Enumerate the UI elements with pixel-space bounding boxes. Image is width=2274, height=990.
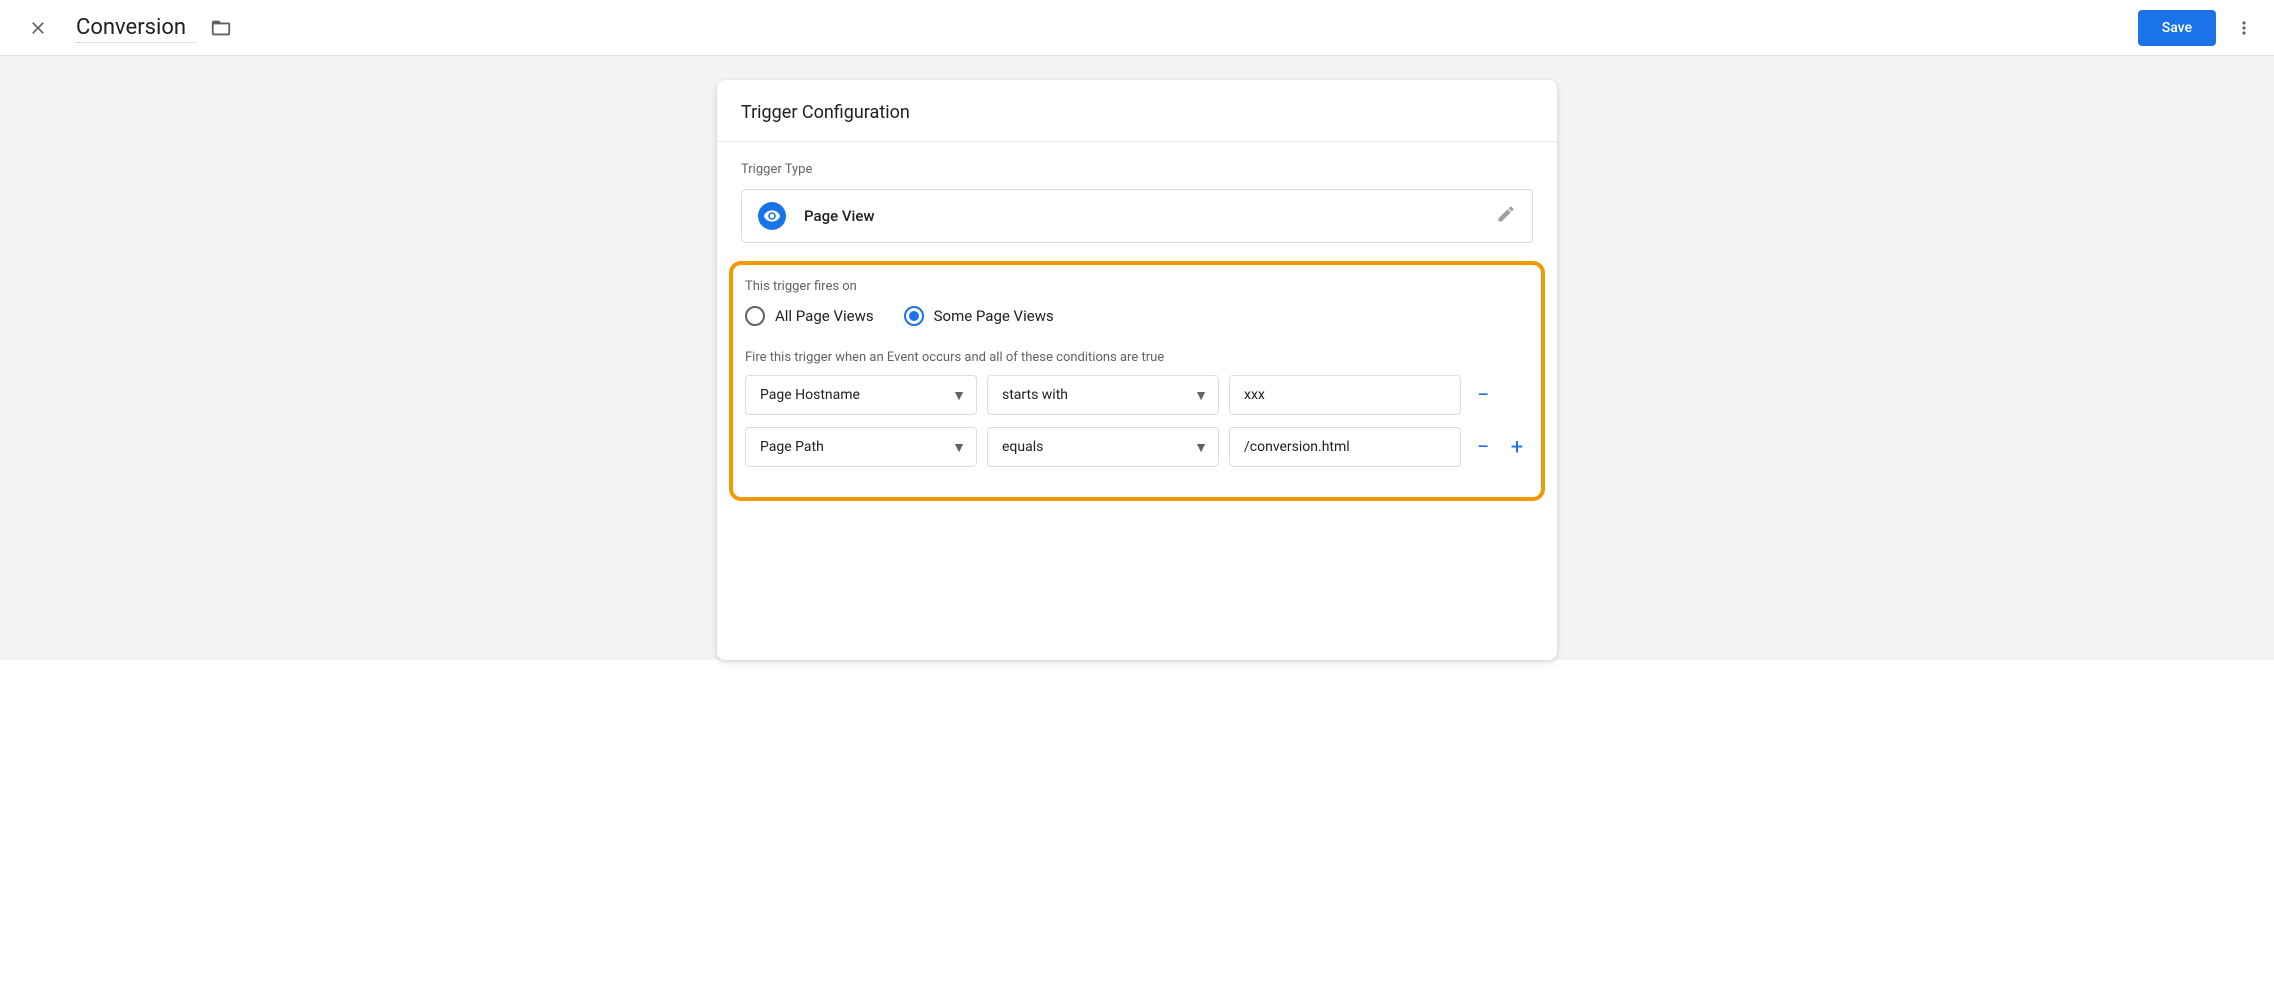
variable-select[interactable]: Page Path ▼ <box>745 427 977 467</box>
chevron-down-icon: ▼ <box>952 439 966 456</box>
operator-select[interactable]: equals ▼ <box>987 427 1219 467</box>
variable-value: Page Path <box>760 439 824 455</box>
radio-icon <box>745 306 765 326</box>
modal-header: Save <box>0 0 2274 56</box>
fires-on-label: This trigger fires on <box>745 279 1529 294</box>
trigger-name-input[interactable] <box>76 13 196 43</box>
operator-value: starts with <box>1002 387 1068 403</box>
close-icon[interactable] <box>22 12 54 44</box>
fires-on-highlight: This trigger fires on All Page Views Som… <box>729 261 1545 501</box>
trigger-type-row[interactable]: Page View <box>741 189 1533 243</box>
operator-value: equals <box>1002 439 1043 455</box>
condition-row: Page Hostname ▼ starts with ▼ − <box>745 375 1529 415</box>
radio-icon <box>904 306 924 326</box>
pencil-icon[interactable] <box>1496 204 1516 228</box>
add-condition-button[interactable]: + <box>1505 433 1529 461</box>
save-button[interactable]: Save <box>2138 10 2216 46</box>
trigger-type-label: Trigger Type <box>741 162 1533 177</box>
variable-value: Page Hostname <box>760 387 860 403</box>
condition-value-input[interactable] <box>1229 427 1461 467</box>
remove-condition-button[interactable]: − <box>1471 433 1495 461</box>
radio-label-all: All Page Views <box>775 307 874 325</box>
radio-group: All Page Views Some Page Views <box>745 306 1529 326</box>
more-menu-icon[interactable] <box>2228 12 2260 44</box>
condition-row: Page Path ▼ equals ▼ − + <box>745 427 1529 467</box>
chevron-down-icon: ▼ <box>1194 387 1208 404</box>
trigger-type-name: Page View <box>804 207 1496 225</box>
chevron-down-icon: ▼ <box>1194 439 1208 456</box>
remove-condition-button[interactable]: − <box>1471 381 1495 409</box>
conditions-label: Fire this trigger when an Event occurs a… <box>745 350 1529 365</box>
radio-all-page-views[interactable]: All Page Views <box>745 306 874 326</box>
variable-select[interactable]: Page Hostname ▼ <box>745 375 977 415</box>
trigger-config-card: Trigger Configuration Trigger Type Page … <box>717 80 1557 660</box>
card-title: Trigger Configuration <box>717 80 1557 142</box>
condition-value-input[interactable] <box>1229 375 1461 415</box>
operator-select[interactable]: starts with ▼ <box>987 375 1219 415</box>
eye-icon <box>758 202 786 230</box>
editor-canvas: Trigger Configuration Trigger Type Page … <box>0 56 2274 660</box>
folder-icon[interactable] <box>210 17 232 39</box>
radio-some-page-views[interactable]: Some Page Views <box>904 306 1054 326</box>
trigger-type-section: Trigger Type Page View <box>717 142 1557 243</box>
chevron-down-icon: ▼ <box>952 387 966 404</box>
radio-label-some: Some Page Views <box>934 307 1054 325</box>
